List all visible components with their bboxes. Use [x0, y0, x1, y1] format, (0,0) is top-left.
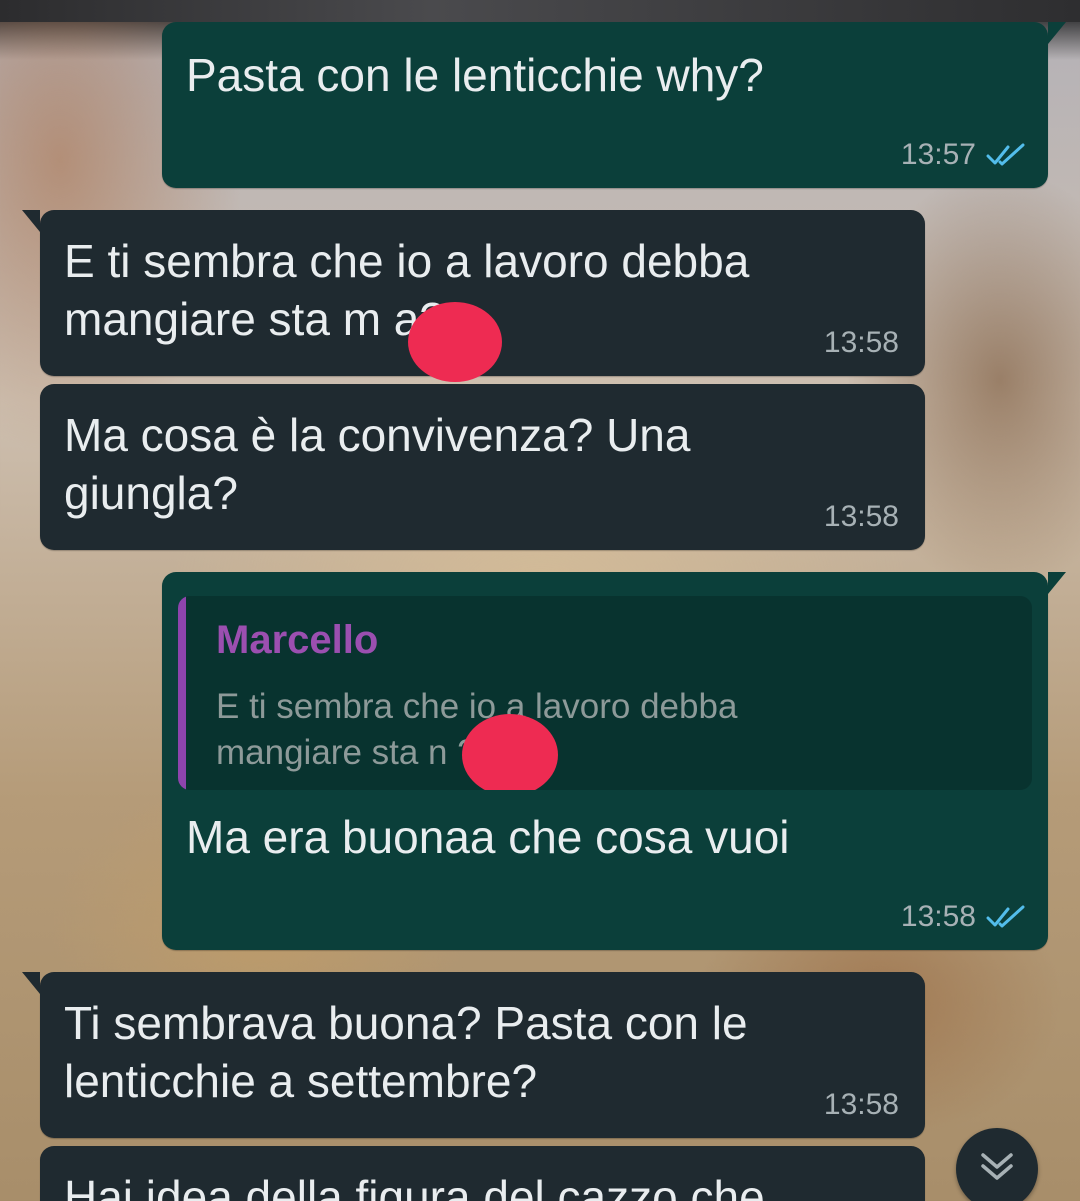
- incoming-message[interactable]: Ma cosa è la convivenza? Una giungla? 13…: [40, 384, 925, 550]
- message-time: 13:58: [823, 1088, 899, 1121]
- bubble-tail: [22, 972, 40, 994]
- outgoing-reply-message[interactable]: Marcello E ti sembra che io a lavoro deb…: [162, 572, 1066, 950]
- outgoing-message[interactable]: Pasta con le lenticchie why? 13:57: [162, 22, 1066, 188]
- message-text: Pasta con le lenticchie why?: [186, 49, 764, 101]
- message-text: Hai idea della figura del cazzo che: [64, 1171, 765, 1201]
- message-text: Ma era buonaa che cosa vuoi: [186, 811, 790, 863]
- incoming-message[interactable]: Hai idea della figura del cazzo che: [40, 1146, 925, 1201]
- message-text: Ma cosa è la convivenza? Una giungla?: [64, 409, 691, 519]
- redaction-mark: [408, 302, 502, 382]
- quoted-message[interactable]: Marcello E ti sembra che io a lavoro deb…: [178, 596, 1032, 790]
- message-text: E ti sembra che io a lavoro debba mangia…: [64, 235, 750, 345]
- message-meta: 13:58: [824, 1088, 899, 1122]
- message-time: 13:58: [823, 500, 899, 533]
- message-meta: 13:58: [901, 900, 1026, 934]
- message-time: 13:57: [900, 138, 976, 171]
- redaction-mark: [462, 714, 558, 790]
- quote-accent-bar: [178, 596, 186, 790]
- scroll-to-bottom-button[interactable]: [956, 1128, 1038, 1201]
- double-check-icon: [986, 142, 1026, 168]
- incoming-message[interactable]: Ti sembrava buona? Pasta con le lenticch…: [22, 972, 925, 1138]
- message-meta: 13:58: [824, 500, 899, 534]
- incoming-message[interactable]: E ti sembra che io a lavoro debba mangia…: [22, 210, 925, 382]
- message-meta: 13:58: [824, 326, 899, 360]
- bubble-tail: [1048, 572, 1066, 594]
- wallpaper-top-strip: [0, 0, 1080, 22]
- double-check-icon: [986, 904, 1026, 930]
- bubble-tail: [1048, 22, 1066, 44]
- double-chevron-down-icon: [977, 1149, 1017, 1190]
- message-text: Ti sembrava buona? Pasta con le lenticch…: [64, 997, 748, 1107]
- bubble-tail: [22, 210, 40, 232]
- quote-author: Marcello: [216, 618, 379, 662]
- message-meta: 13:57: [901, 138, 1026, 172]
- message-time: 13:58: [823, 326, 899, 359]
- message-time: 13:58: [900, 900, 976, 933]
